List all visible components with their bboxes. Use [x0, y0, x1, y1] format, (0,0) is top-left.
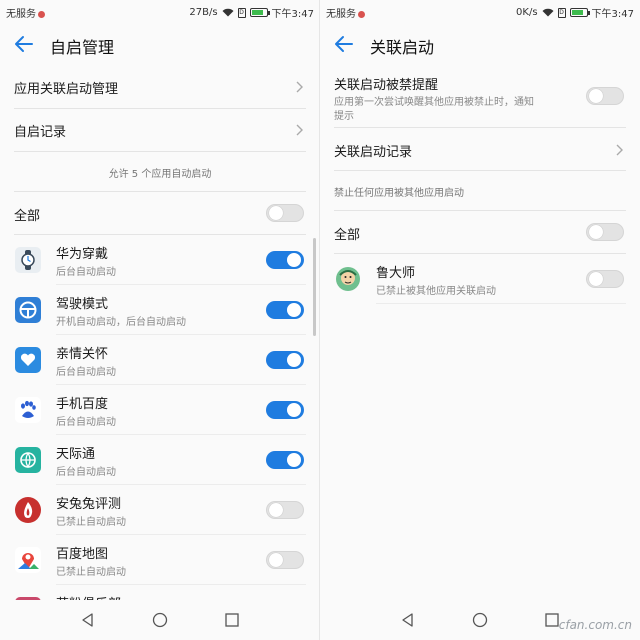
app-name: 百度地图 [56, 547, 109, 562]
clock: 下午3:47 [271, 9, 314, 20]
select-all-toggle[interactable] [266, 204, 304, 222]
app-row[interactable]: 华为穿戴后台自动启动 [0, 235, 320, 285]
select-all-row: 全部 [320, 211, 640, 254]
carrier-label: 无服务 [6, 9, 36, 20]
app-name: 安兔兔评测 [56, 497, 122, 512]
clock: 下午3:47 [591, 9, 634, 20]
home-nav-icon[interactable] [152, 612, 168, 628]
associated-launch-management-label: 应用关联启动管理 [14, 82, 119, 97]
allowed-count-section: 允许 5 个应用自动启动 [0, 152, 320, 192]
prohibit-caption-section: 禁止任何应用被其他应用启动 [320, 171, 640, 211]
battery-icon [569, 8, 590, 17]
allowed-count-caption: 允许 5 个应用自动启动 [108, 169, 212, 180]
select-all-toggle[interactable] [586, 223, 624, 241]
blocked-reminder-desc-line2: 提示 [334, 111, 354, 122]
autostart-record-label: 自启记录 [14, 125, 67, 140]
blocked-reminder-desc-line1: 应用第一次尝试唤醒其他应用被禁止时，通知 [334, 97, 534, 108]
back-arrow-icon[interactable] [332, 32, 356, 56]
sim-icon: D [237, 7, 246, 18]
app-status: 开机自动启动，后台自动启动 [56, 317, 186, 328]
divider [376, 303, 626, 304]
page-title: 关联启动 [370, 38, 435, 57]
app-autostart-toggle[interactable] [266, 551, 304, 569]
blocked-reminder-label: 关联启动被禁提醒 [334, 78, 439, 93]
app-status: 已禁止自动启动 [56, 567, 126, 578]
associated-launch-record-label: 关联启动记录 [334, 145, 413, 160]
back-arrow-icon[interactable] [12, 32, 36, 56]
notification-dot-icon [358, 11, 365, 18]
associated-launch-record-item[interactable]: 关联启动记录 [320, 128, 640, 171]
app-autostart-toggle[interactable] [586, 270, 624, 288]
app-row[interactable]: 驾驶模式开机自动启动，后台自动启动 [0, 285, 320, 335]
watermark: cfan.com.cn [558, 618, 632, 632]
chevron-right-icon [296, 124, 303, 136]
recents-nav-icon[interactable] [544, 612, 560, 628]
app-name: 手机百度 [56, 397, 109, 412]
app-status: 后台自动启动 [56, 267, 116, 278]
page-title: 自启管理 [50, 38, 115, 57]
app-row[interactable]: 天际通 后台自动启动 [0, 435, 320, 485]
map-pin-icon [15, 547, 41, 573]
recents-nav-icon[interactable] [224, 612, 240, 628]
watch-icon [15, 247, 41, 273]
app-autostart-toggle[interactable] [266, 401, 304, 419]
prohibit-caption: 禁止任何应用被其他应用启动 [334, 188, 464, 199]
app-row[interactable]: 手机百度后台自动启动 [0, 385, 320, 435]
app-row[interactable]: 亲情关怀后台自动启动 [0, 335, 320, 385]
back-nav-icon[interactable] [400, 612, 416, 628]
back-nav-icon[interactable] [80, 612, 96, 628]
status-bar: 无服务 0K/s D 下午3:47 [320, 0, 640, 22]
globe-icon [15, 447, 41, 473]
ludashi-icon [335, 266, 361, 292]
chevron-right-icon [616, 144, 623, 156]
select-all-row: 全部 [0, 192, 320, 235]
wifi-icon [542, 8, 554, 17]
app-status: 已禁止被其他应用关联启动 [376, 286, 496, 297]
sim-icon: D [557, 7, 566, 18]
app-row[interactable]: 百度地图已禁止自动启动 [0, 535, 320, 585]
navigation-bar [0, 600, 320, 640]
associated-launch-screen: 无服务 0K/s D 下午3:47 关联启动 关联启动被禁提醒 应用第一次尝试唤… [320, 0, 640, 640]
home-nav-icon[interactable] [472, 612, 488, 628]
notification-dot-icon [38, 11, 45, 18]
carrier-label: 无服务 [326, 9, 356, 20]
wifi-icon [222, 8, 234, 17]
app-status: 后台自动启动 [56, 367, 116, 378]
select-all-label: 全部 [14, 209, 41, 224]
select-all-label: 全部 [334, 228, 361, 243]
app-autostart-toggle[interactable] [266, 251, 304, 269]
app-name: 华为穿戴 [56, 247, 109, 262]
app-name: 鲁大师 [376, 266, 416, 281]
app-autostart-toggle[interactable] [266, 451, 304, 469]
app-bar: 关联启动 [320, 22, 640, 66]
antutu-fire-icon [15, 497, 41, 523]
app-status: 后台自动启动 [56, 417, 116, 428]
heart-hand-icon [15, 347, 41, 373]
app-autostart-toggle[interactable] [266, 351, 304, 369]
app-bar: 自启管理 [0, 22, 320, 66]
autostart-screen: 无服务 27B/s D 下午3:47 自启管理 应用关联启动管理 自启记录 允许… [0, 0, 320, 640]
blocked-reminder-row: 关联启动被禁提醒 应用第一次尝试唤醒其他应用被禁止时，通知 提示 [320, 66, 640, 128]
scrollbar[interactable] [313, 238, 316, 336]
network-speed: 27B/s [189, 7, 218, 18]
app-autostart-toggle[interactable] [266, 501, 304, 519]
app-name: 天际通 [56, 447, 96, 462]
app-status: 已禁止自动启动 [56, 517, 126, 528]
status-bar: 无服务 27B/s D 下午3:47 [0, 0, 320, 22]
app-autostart-toggle[interactable] [266, 301, 304, 319]
network-speed: 0K/s [516, 7, 538, 18]
app-row[interactable]: 鲁大师已禁止被其他应用关联启动 [320, 254, 640, 304]
autostart-record-item[interactable]: 自启记录 [0, 109, 320, 152]
baidu-paw-icon [15, 397, 41, 423]
battery-icon [249, 8, 270, 17]
app-row[interactable]: 安兔兔评测已禁止自动启动 [0, 485, 320, 535]
associated-launch-management-item[interactable]: 应用关联启动管理 [0, 66, 320, 109]
steering-wheel-icon [15, 297, 41, 323]
app-name: 驾驶模式 [56, 297, 109, 312]
app-status: 后台自动启动 [56, 467, 116, 478]
chevron-right-icon [296, 81, 303, 93]
app-name: 亲情关怀 [56, 347, 109, 362]
blocked-reminder-toggle[interactable] [586, 87, 624, 105]
